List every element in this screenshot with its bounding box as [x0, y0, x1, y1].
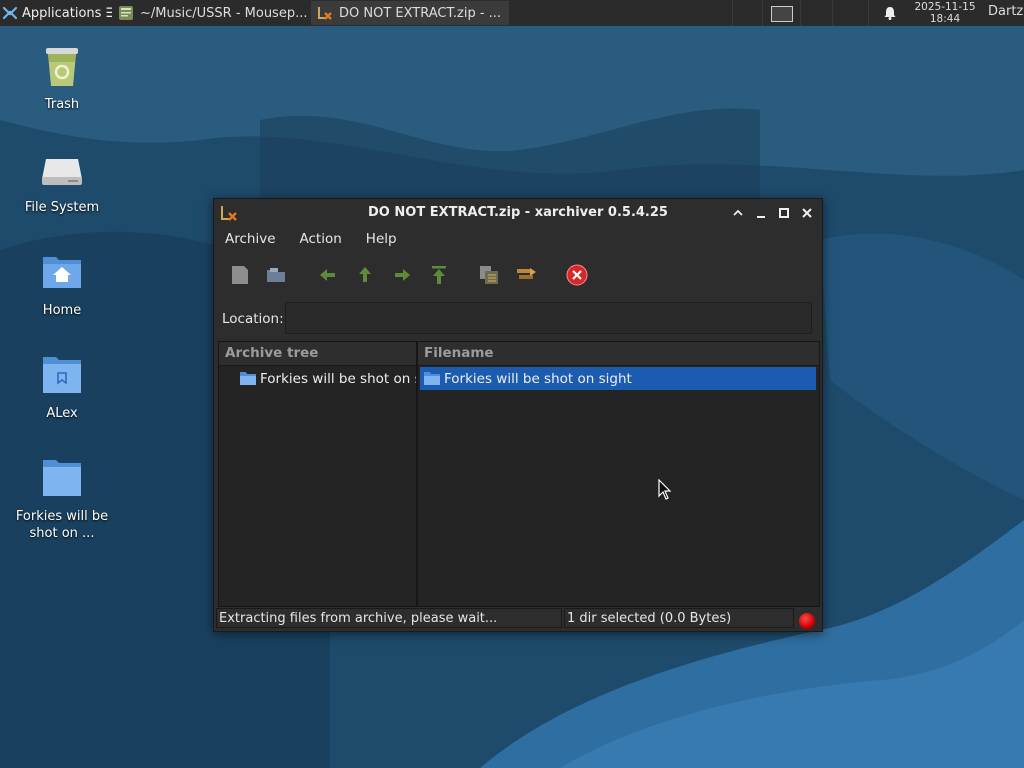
xarchiver-icon [318, 7, 332, 20]
shade-button[interactable] [729, 204, 747, 222]
desktop-icon-label: Home [42, 303, 82, 318]
maximize-icon [779, 208, 789, 218]
taskbar-item-text-editor[interactable]: ~/Music/USSR - Mousep... [112, 1, 308, 25]
tree-item[interactable]: Forkies will be shot on sight [239, 367, 416, 390]
desktop-icon-label: ALex [46, 406, 78, 421]
menu-archive[interactable]: Archive [214, 227, 288, 251]
chevron-up-icon [733, 209, 743, 216]
taskbar-item-label: ~/Music/USSR - Mousep... [140, 5, 308, 21]
busy-indicator-icon [799, 613, 815, 629]
location-input[interactable] [285, 302, 812, 334]
archive-tree-header[interactable]: Archive tree [219, 342, 416, 366]
statusbar: Extracting files from archive, please wa… [214, 605, 822, 631]
show-desktop-icon[interactable] [771, 6, 793, 22]
selection-status: 1 dir selected (0.0 Bytes) [564, 608, 794, 628]
trash-icon [46, 48, 78, 86]
desktop-icon-file-system[interactable]: File System [7, 145, 117, 216]
new-archive-icon[interactable] [228, 263, 252, 287]
user-name[interactable]: Dartz [988, 4, 1023, 19]
taskbar-item-label: DO NOT EXTRACT.zip - ... [339, 5, 502, 21]
maximize-button[interactable] [775, 204, 793, 222]
applications-label: Applications ☰ [22, 5, 112, 21]
clock-time: 18:44 [929, 13, 961, 25]
home-folder-icon [43, 257, 81, 288]
archive-tree-pane[interactable]: Archive tree Forkies will be shot on sig… [219, 342, 418, 606]
location-label: Location: [222, 311, 284, 327]
file-row[interactable]: Forkies will be shot on sight [420, 367, 816, 390]
xarchiver-window: DO NOT EXTRACT.zip - xarchiver 0.5.4.25 … [213, 198, 823, 632]
location-row: Location: [214, 301, 822, 337]
mouse-cursor-icon [658, 479, 672, 500]
file-name: Forkies will be shot on sight [444, 370, 632, 387]
menubar: Archive Action Help [214, 227, 409, 251]
up-icon[interactable] [353, 263, 377, 287]
drive-icon [42, 159, 82, 185]
toolbar [214, 255, 822, 295]
applications-menu[interactable]: Applications ☰ [0, 0, 114, 26]
minimize-icon [757, 216, 765, 218]
close-icon [802, 208, 812, 218]
close-button[interactable] [798, 204, 816, 222]
archive-panes: Archive tree Forkies will be shot on sig… [218, 341, 820, 607]
file-list-pane[interactable]: Filename Forkies will be shot on sight [418, 342, 819, 606]
desktop-icon-label: Trash [44, 97, 80, 112]
tree-item-label: Forkies will be shot on sight [260, 370, 416, 387]
clock-date: 2025-11-15 [914, 1, 976, 13]
status-message: Extracting files from archive, please wa… [216, 608, 562, 628]
stop-icon[interactable] [565, 263, 589, 287]
menu-help[interactable]: Help [354, 227, 409, 251]
folder-icon [43, 460, 81, 496]
minimize-button[interactable] [752, 204, 770, 222]
folder-icon [424, 372, 440, 385]
desktop-icon-label: Forkies will be shot on ... [15, 509, 109, 541]
top-panel: Applications ☰ ~/Music/USSR - Mousep... … [0, 0, 1024, 26]
filename-header[interactable]: Filename [418, 342, 819, 366]
menu-action[interactable]: Action [288, 227, 354, 251]
desktop-icon-home[interactable]: Home [7, 248, 117, 319]
notification-bell-icon[interactable] [882, 5, 898, 21]
xfce-logo-icon [2, 6, 18, 20]
extract-icon[interactable] [477, 263, 501, 287]
window-titlebar[interactable]: DO NOT EXTRACT.zip - xarchiver 0.5.4.25 [214, 199, 822, 227]
folder-icon [43, 357, 81, 393]
panel-clock[interactable]: 2025-11-15 18:44 [906, 1, 984, 25]
folder-icon [240, 372, 256, 385]
desktop-icon-trash[interactable]: Trash [7, 42, 117, 113]
convert-icon[interactable] [514, 263, 538, 287]
open-archive-icon[interactable] [264, 263, 288, 287]
desktop-icon-forkies-folder[interactable]: Forkies will be shot on ... [7, 454, 117, 542]
text-editor-icon [119, 6, 133, 20]
home-icon[interactable] [427, 263, 451, 287]
desktop-icon-label: File System [24, 200, 100, 215]
desktop-icon-alex[interactable]: ALex [7, 351, 117, 422]
back-icon[interactable] [316, 263, 340, 287]
forward-icon[interactable] [390, 263, 414, 287]
taskbar-item-xarchiver[interactable]: DO NOT EXTRACT.zip - ... [311, 1, 509, 25]
